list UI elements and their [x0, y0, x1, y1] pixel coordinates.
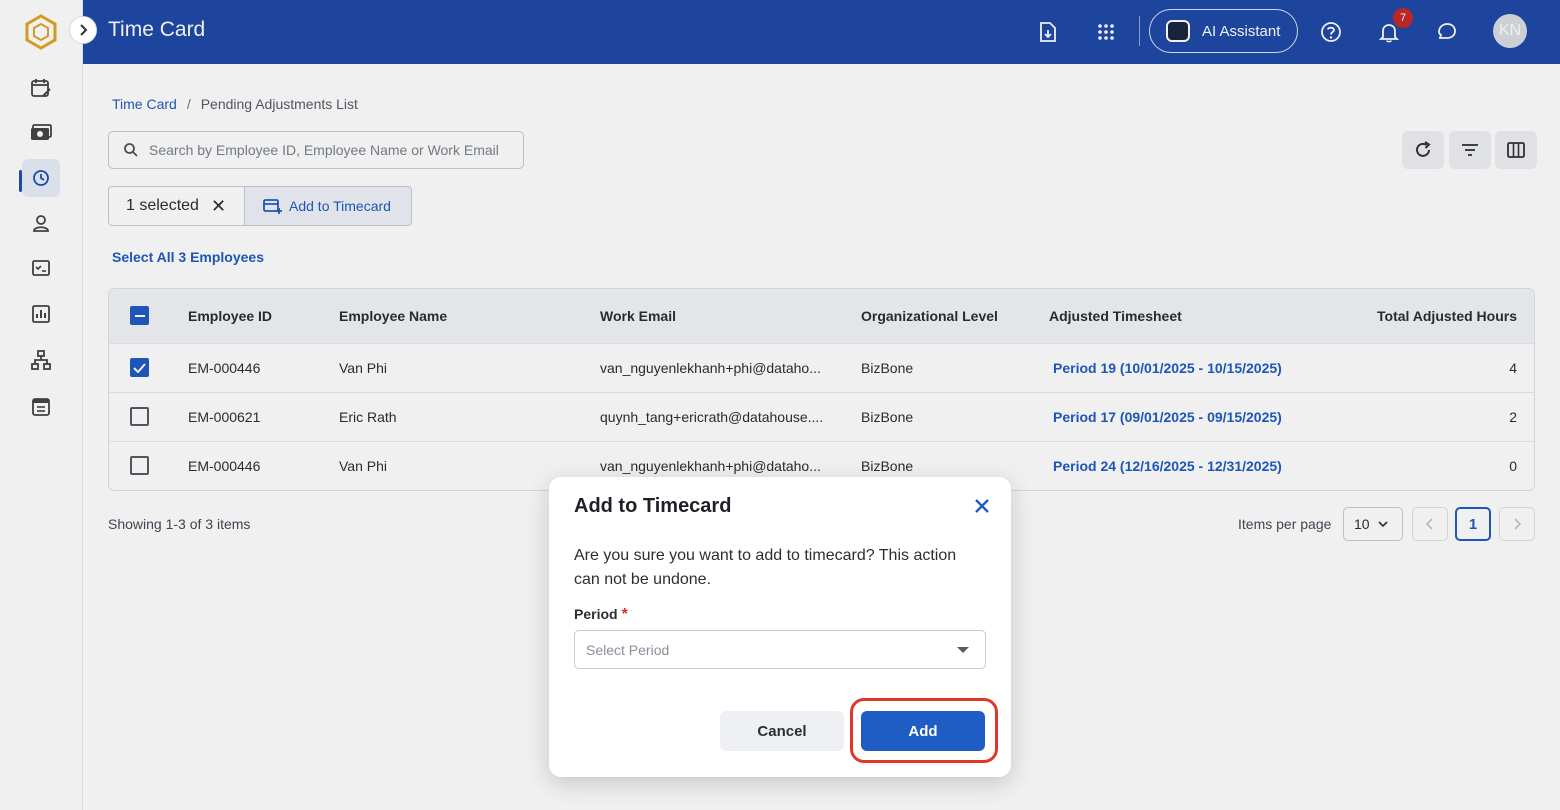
sidebar-expand-button[interactable] [69, 16, 97, 44]
period-field-label: Period * [574, 606, 628, 624]
dialog-title: Add to Timecard [574, 495, 732, 517]
period-label-text: Period [574, 606, 618, 622]
add-to-timecard-dialog: Add to Timecard Are you sure you want to… [549, 477, 1011, 777]
period-select[interactable]: Select Period [574, 630, 986, 669]
cancel-button[interactable]: Cancel [720, 711, 844, 751]
dialog-close-button[interactable] [969, 493, 995, 519]
add-button-highlight [850, 698, 998, 763]
dropdown-caret-icon [957, 647, 969, 653]
required-asterisk: * [621, 606, 628, 623]
close-icon [975, 499, 989, 513]
dialog-message: Are you sure you want to add to timecard… [574, 547, 957, 588]
period-select-placeholder: Select Period [586, 641, 670, 658]
